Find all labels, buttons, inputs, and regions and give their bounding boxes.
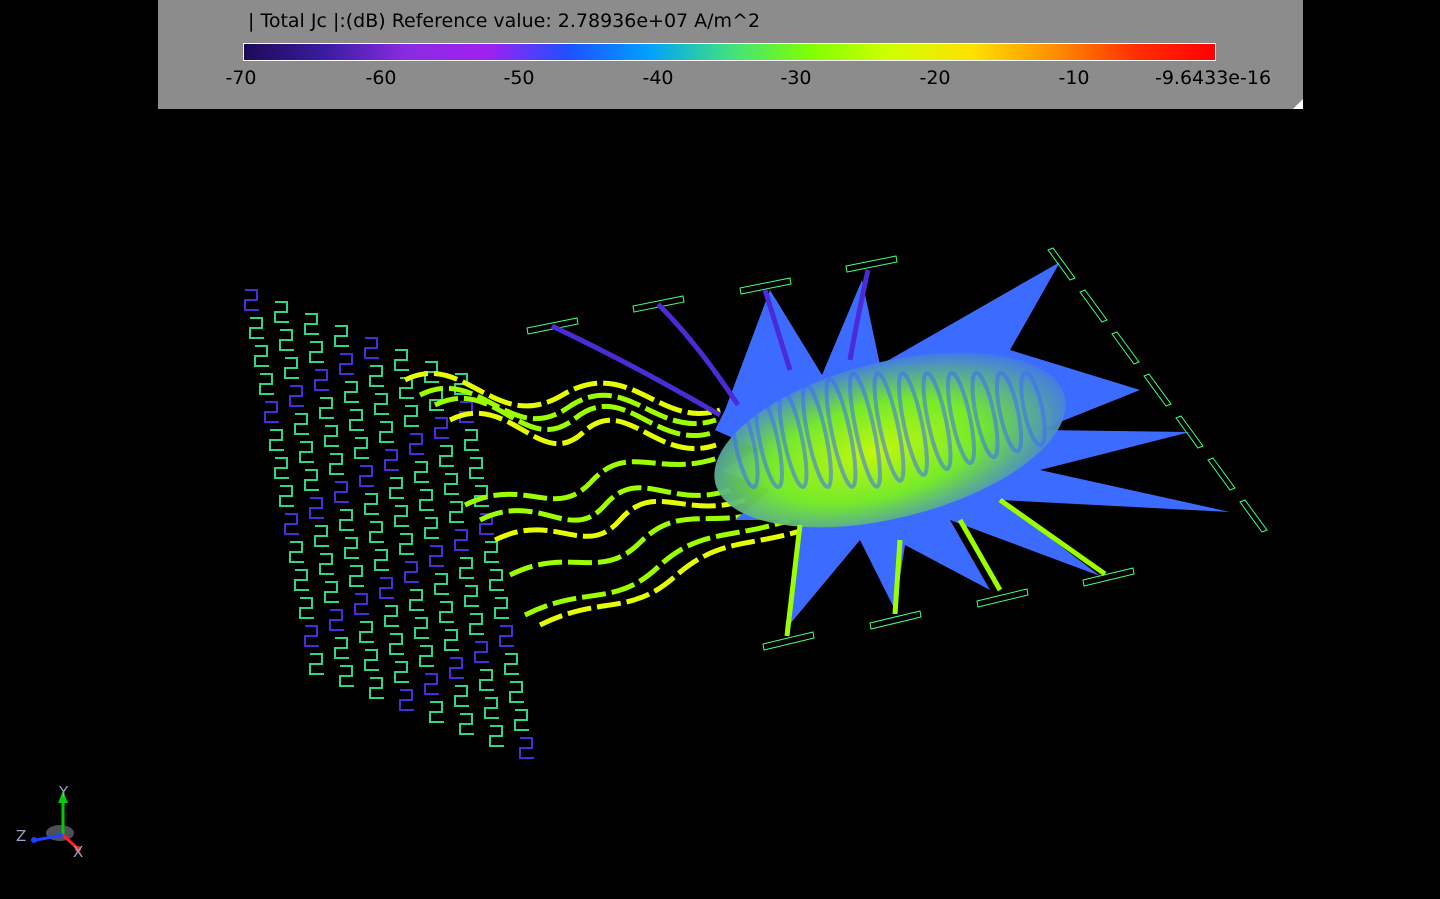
colorbar-tick-label: -10	[1058, 67, 1090, 89]
axis-orientation-gizmo[interactable]: Y Z X	[10, 775, 100, 865]
colorbar-tick-label: -60	[365, 67, 397, 89]
current-density-plot[interactable]	[0, 0, 1440, 899]
colorbar-tick-label: -20	[919, 67, 951, 89]
z-axis-arrowhead-icon	[31, 837, 37, 843]
legend-title: | Total Jc |:(dB) Reference value: 2.789…	[248, 10, 761, 32]
x-axis-label: X	[73, 843, 83, 861]
colorbar-tick-label: -30	[780, 67, 812, 89]
colorbar-tick-label: -70	[225, 67, 257, 89]
rotman-lens-body	[714, 262, 1230, 630]
beamforming-network	[244, 289, 534, 759]
color-legend[interactable]: | Total Jc |:(dB) Reference value: 2.789…	[158, 0, 1303, 109]
colorbar-tick-label: -9.6433e-16	[1154, 67, 1272, 89]
colorbar-tick-label: -40	[642, 67, 674, 89]
z-axis-label: Z	[16, 827, 26, 845]
resize-grip-icon[interactable]	[1293, 99, 1303, 109]
y-axis-label: Y	[58, 783, 69, 801]
3d-viewport[interactable]: | Total Jc |:(dB) Reference value: 2.789…	[0, 0, 1440, 899]
colorbar-tick-label: -50	[503, 67, 535, 89]
colorbar	[243, 43, 1216, 61]
